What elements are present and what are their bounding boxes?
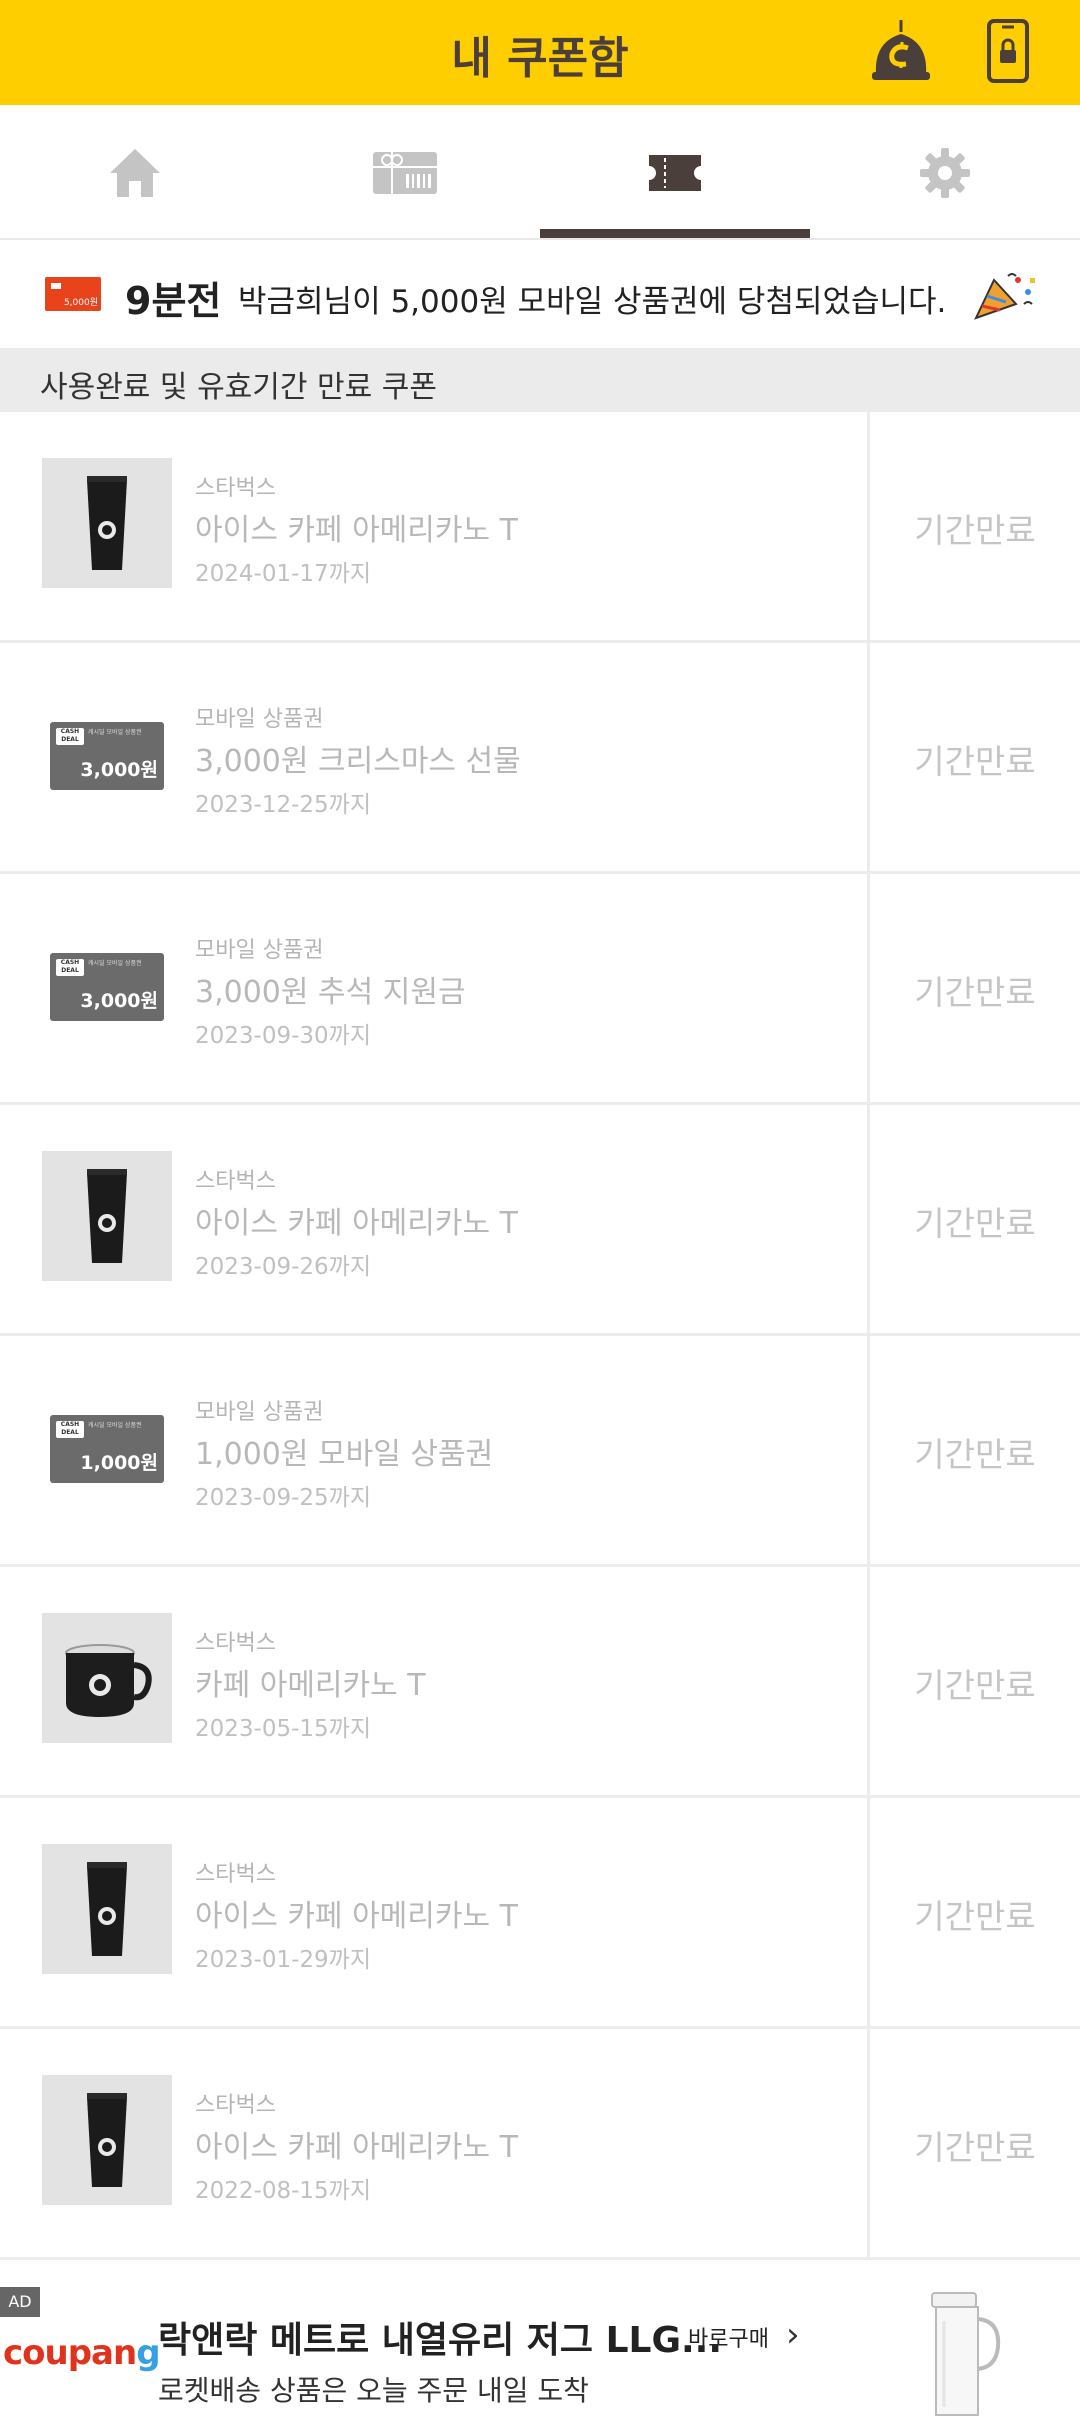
section-title: 사용완료 및 유효기간 만료 쿠폰 xyxy=(40,370,437,405)
product-thumbnail xyxy=(42,1844,172,1974)
coupon-row[interactable]: 스타벅스아이스 카페 아메리카노 T 2024-01-17까지 기간만료 xyxy=(0,412,1080,643)
coupon-row[interactable]: 스타벅스아이스 카페 아메리카노 T 2023-01-29까지 기간만료 xyxy=(0,1798,1080,2029)
gift-voucher-thumbnail: 5,000원 xyxy=(45,277,101,311)
ticket-icon xyxy=(649,154,701,191)
cash-deal-card-thumbnail: CASH DEAL 캐시딜 모바일 상품권 3,000원 xyxy=(42,689,172,819)
coupon-name: 1,000원 모바일 상품권 xyxy=(195,1437,494,1472)
coupon-status: 기간만료 xyxy=(914,2128,1036,2167)
coupon-status: 기간만료 xyxy=(914,1666,1036,1705)
glass-jug-image xyxy=(931,2292,1001,2416)
coupon-brand: 모바일 상품권 xyxy=(195,707,324,732)
iced-coffee-image xyxy=(87,476,127,570)
coupon-status: 기간만료 xyxy=(914,1204,1036,1243)
ad-banner[interactable]: AD coupang 락앤락 메트로 내열유리 저그 LLG... 바로구매 ›… xyxy=(0,2287,1080,2420)
coupon-list: 스타벅스 아이스 카페 아메리카노 T 2024-01-17까지 기간만료 CASH D… xyxy=(0,412,1080,2260)
coupon-status: 기간만료 xyxy=(914,1435,1036,1474)
tab-coupons[interactable] xyxy=(540,105,810,240)
coupon-expiry-date: 2023-09-26까지 xyxy=(195,1254,371,1280)
tab-gift[interactable] xyxy=(270,105,540,240)
coupon-row[interactable]: 스타벅스카페 아메리카노 T 2023-05-15까지 기간만료 xyxy=(0,1567,1080,1798)
coupon-name: 3,000원 추석 지원금 xyxy=(195,975,466,1010)
coupon-expiry-date: 2023-05-15까지 xyxy=(195,1716,371,1742)
coupon-expiry-date: 2024-01-17까지 xyxy=(195,561,371,587)
coupon-row[interactable]: CASH DEAL 캐시딜 모바일 상품권 3,000원 모바일 상품권 3,000원 … xyxy=(0,874,1080,1105)
product-thumbnail xyxy=(42,2075,172,2205)
cash-bell-icon[interactable] xyxy=(868,18,934,84)
product-thumbnail xyxy=(42,458,172,588)
coupon-brand: 스타벅스 xyxy=(195,2093,276,2118)
tab-settings[interactable] xyxy=(810,105,1080,240)
coupon-brand: 모바일 상품권 xyxy=(195,938,324,963)
party-popper-icon xyxy=(974,273,1035,320)
coupon-row[interactable]: 스타벅스아이스 카페 아메리카노 T 2023-09-26까지 기간만료 xyxy=(0,1105,1080,1336)
coupon-expiry-date: 2023-01-29까지 xyxy=(195,1947,371,1973)
iced-coffee-image xyxy=(87,2093,127,2187)
coupon-brand: 스타벅스 xyxy=(195,1169,276,1194)
gift-card-icon xyxy=(373,151,437,194)
product-thumbnail xyxy=(42,1151,172,1281)
coupon-expiry-date: 2023-12-25까지 xyxy=(195,792,371,818)
tab-home[interactable] xyxy=(0,105,270,240)
app-header: 내 쿠폰함 xyxy=(0,0,1080,105)
ad-subtitle: 로켓배송 상품은 오늘 주문 내일 도착 xyxy=(158,2374,589,2407)
coupon-expiry-date: 2023-09-30까지 xyxy=(195,1023,371,1049)
coupon-row[interactable]: CASH DEAL 캐시딜 모바일 상품권 3,000원 모바일 상품권 3,000원 … xyxy=(0,643,1080,874)
coupon-brand: 스타벅스 xyxy=(195,1631,276,1656)
notice-time: 9분전 xyxy=(125,279,222,323)
coupon-brand: 스타벅스 xyxy=(195,1862,276,1887)
coupon-name: 카페 아메리카노 T xyxy=(195,1668,426,1703)
coupang-logo: coupang xyxy=(3,2333,161,2373)
home-icon xyxy=(110,148,160,197)
phone-lock-icon[interactable] xyxy=(986,18,1030,84)
coffee-mug-image xyxy=(65,1644,152,1717)
cash-deal-card-thumbnail: CASH DEAL 캐시딜 모바일 상품권 1,000원 xyxy=(42,1382,172,1512)
cash-deal-card-thumbnail: CASH DEAL 캐시딜 모바일 상품권 3,000원 xyxy=(42,920,172,1050)
coupon-status: 기간만료 xyxy=(914,1897,1036,1936)
coupon-status: 기간만료 xyxy=(914,973,1036,1012)
coupon-name: 아이스 카페 아메리카노 T xyxy=(195,513,518,548)
chevron-right-icon[interactable]: › xyxy=(786,2315,800,2355)
coupon-name: 아이스 카페 아메리카노 T xyxy=(195,1206,518,1241)
buy-now-link[interactable]: 바로구매 xyxy=(688,2321,769,2353)
coupon-row[interactable]: 스타벅스아이스 카페 아메리카노 T 2022-08-15까지 기간만료 xyxy=(0,2029,1080,2260)
coupon-expiry-date: 2022-08-15까지 xyxy=(195,2178,371,2204)
coupon-name: 아이스 카페 아메리카노 T xyxy=(195,1899,518,1934)
section-header: 사용완료 및 유효기간 만료 쿠폰 xyxy=(0,348,1080,412)
iced-coffee-image xyxy=(87,1169,127,1263)
coupon-status: 기간만료 xyxy=(914,511,1036,550)
tab-bar xyxy=(0,105,1080,240)
coupon-row[interactable]: CASH DEAL 캐시딜 모바일 상품권 1,000원 모바일 상품권 1,000원 … xyxy=(0,1336,1080,1567)
active-tab-indicator xyxy=(540,229,810,238)
winner-notice[interactable]: 5,000원 9분전 박금희님이 5,000원 모바일 상품권에 당첨되었습니다… xyxy=(0,240,1080,348)
iced-coffee-image xyxy=(87,1862,127,1956)
coupon-name: 3,000원 크리스마스 선물 xyxy=(195,744,521,779)
product-thumbnail xyxy=(42,1613,172,1743)
coupon-brand: 스타벅스 xyxy=(195,476,276,501)
ad-label: AD xyxy=(0,2287,40,2317)
gear-icon xyxy=(920,147,970,198)
coupon-name: 아이스 카페 아메리카노 T xyxy=(195,2130,518,2165)
notice-text: 박금희님이 5,000원 모바일 상품권에 당첨되었습니다. xyxy=(238,284,947,320)
coupon-status: 기간만료 xyxy=(914,742,1036,781)
coupon-brand: 모바일 상품권 xyxy=(195,1400,324,1425)
coupon-expiry-date: 2023-09-25까지 xyxy=(195,1485,371,1511)
ad-title[interactable]: 락앤락 메트로 내열유리 저그 LLG... xyxy=(158,2311,722,2363)
